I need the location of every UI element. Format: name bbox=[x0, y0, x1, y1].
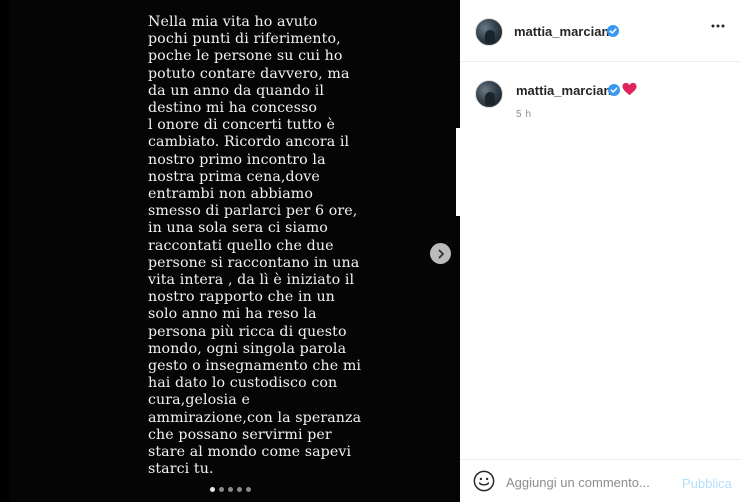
avatar[interactable] bbox=[475, 18, 503, 46]
story-line: gesto o insegnamento che mi bbox=[148, 358, 362, 375]
story-line: persona più ricca di questo bbox=[148, 323, 347, 340]
story-line: stare al mondo come sapevi bbox=[148, 444, 352, 461]
carousel-dot bbox=[228, 487, 233, 492]
more-options-icon[interactable] bbox=[711, 24, 725, 28]
story-line: che possano servirmi per bbox=[148, 426, 332, 443]
post-time: 5 h bbox=[516, 109, 532, 120]
header-username[interactable]: mattia_marciano bbox=[514, 24, 617, 39]
red-heart-emoji bbox=[622, 82, 637, 96]
story-line: pochi punti di riferimento, bbox=[148, 31, 341, 48]
story-image: Nella mia vita ho avuto pochi punti di r… bbox=[10, 0, 460, 502]
post-header: mattia_marciano bbox=[460, 0, 740, 62]
story-line: entrambi non abbiamo bbox=[148, 186, 313, 203]
smiley-face-icon[interactable] bbox=[473, 470, 495, 492]
story-line: da un anno da quando il bbox=[148, 82, 324, 99]
comment-input[interactable] bbox=[506, 471, 666, 493]
story-line: potuto contare davvero, ma bbox=[148, 65, 350, 82]
story-line: nostro rapporto che in un bbox=[148, 289, 335, 306]
story-line: nostro primo incontro la bbox=[148, 151, 326, 168]
chevron-right-icon bbox=[438, 249, 444, 258]
story-line: solo anno mi ha reso la bbox=[148, 306, 317, 323]
story-line: cambiato. Ricordo ancora il bbox=[148, 134, 350, 151]
next-slide-button[interactable] bbox=[430, 243, 451, 264]
post-sidebar: mattia_marciano mattia_marciano 5 h Aggi… bbox=[460, 0, 740, 502]
story-line: nostra prima cena,dove bbox=[148, 168, 320, 185]
carousel-indicator bbox=[210, 487, 251, 492]
carousel-dot bbox=[237, 487, 242, 492]
story-line: cura,gelosia e bbox=[148, 392, 250, 409]
story-line: smesso di parlarci per 6 ore, bbox=[148, 203, 358, 220]
story-text: Nella mia vita ho avuto pochi punti di r… bbox=[148, 14, 448, 478]
post-media: Nella mia vita ho avuto pochi punti di r… bbox=[0, 0, 460, 502]
story-line: Nella mia vita ho avuto bbox=[148, 14, 318, 30]
carousel-dot bbox=[246, 487, 251, 492]
caption-avatar[interactable] bbox=[475, 80, 503, 108]
verified-badge-icon bbox=[608, 84, 620, 96]
publish-button[interactable]: Pubblica bbox=[682, 476, 732, 491]
story-line: persone si raccontano in una bbox=[148, 254, 360, 271]
story-line: raccontati quello che due bbox=[148, 237, 334, 254]
story-line: starci tu. bbox=[148, 461, 214, 478]
story-line: l onore di concerti tutto è bbox=[148, 117, 335, 134]
story-line: mondo, ogni singola parola bbox=[148, 340, 347, 357]
story-line: ammirazione,con la speranza bbox=[148, 409, 362, 426]
carousel-dot-active bbox=[210, 487, 215, 492]
story-line: vita intera , da lì è iniziato il bbox=[148, 272, 355, 289]
story-line: in una sola sera ci siamo bbox=[148, 220, 328, 237]
story-line: poche le persone su cui ho bbox=[148, 48, 343, 65]
carousel-dot bbox=[219, 487, 224, 492]
story-line: hai dato lo custodisco con bbox=[148, 375, 338, 392]
comment-bar: Pubblica bbox=[460, 459, 740, 502]
verified-badge-icon bbox=[607, 25, 619, 37]
caption-username[interactable]: mattia_marciano bbox=[516, 83, 619, 98]
story-line: destino mi ha concesso bbox=[148, 100, 318, 117]
